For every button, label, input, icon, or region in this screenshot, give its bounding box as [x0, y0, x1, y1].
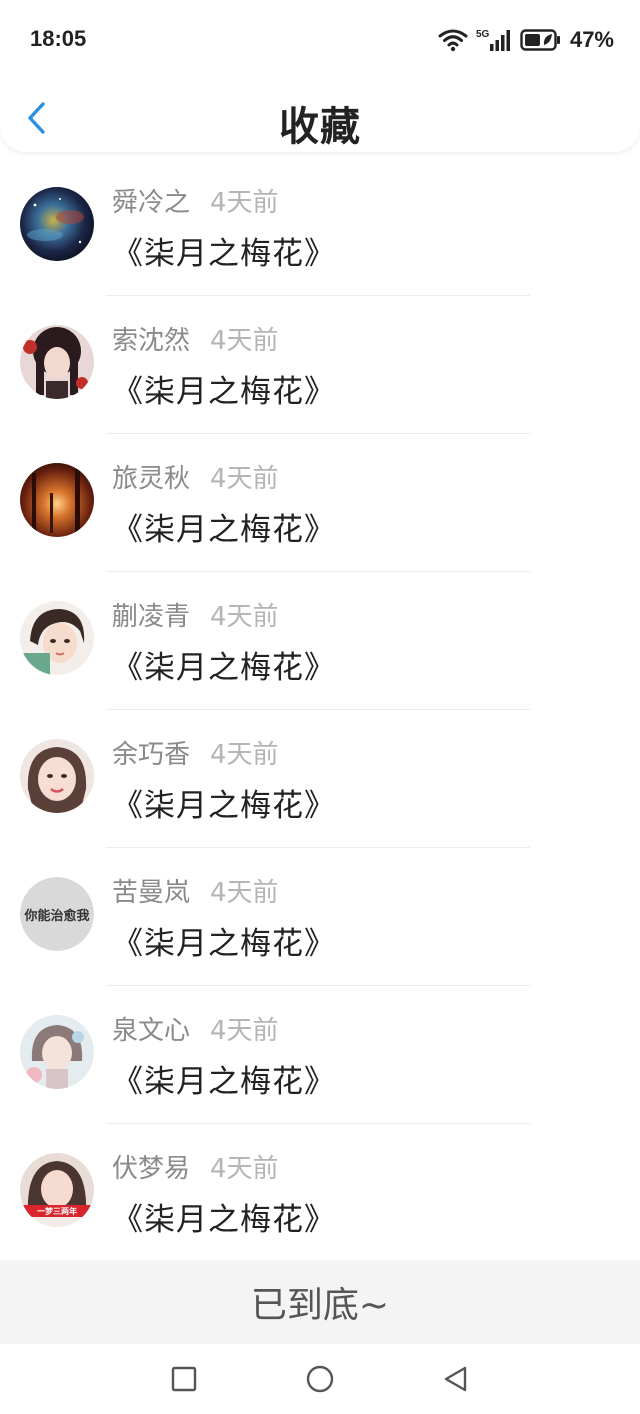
- book-title[interactable]: 《柒月之梅花》: [112, 504, 336, 549]
- item-meta: 伏梦易 4天前: [112, 1148, 279, 1185]
- item-meta: 索沈然 4天前: [112, 320, 279, 357]
- favorites-list: 舜冷之 4天前 《柒月之梅花》 索沈然 4天前 《柒月之梅花》 旅灵秋 4天前 …: [0, 158, 640, 1262]
- item-meta: 苦曼岚 4天前: [112, 872, 279, 909]
- wifi-icon: [438, 29, 468, 52]
- system-back-button[interactable]: [441, 1364, 471, 1394]
- battery-icon: [520, 29, 560, 51]
- avatar[interactable]: [20, 325, 94, 399]
- item-meta: 泉文心 4天前: [112, 1010, 279, 1047]
- list-item[interactable]: 你能治愈我 苦曼岚 4天前 《柒月之梅花》: [0, 848, 640, 986]
- username[interactable]: 伏梦易: [112, 1148, 190, 1185]
- timestamp: 4天前: [210, 188, 279, 218]
- list-item[interactable]: 舜冷之 4天前 《柒月之梅花》: [0, 158, 640, 296]
- pastel-girl-avatar-image: [20, 1015, 94, 1089]
- status-icons: 5G 47%: [438, 24, 614, 56]
- header: 18:05 5G 47% 收藏: [0, 0, 640, 152]
- item-meta: 舜冷之 4天前: [112, 182, 279, 219]
- timestamp: 4天前: [210, 740, 279, 770]
- book-title[interactable]: 《柒月之梅花》: [112, 1194, 336, 1239]
- username[interactable]: 舜冷之: [112, 182, 190, 219]
- avatar[interactable]: [20, 1015, 94, 1089]
- item-meta: 蒯凌青 4天前: [112, 596, 279, 633]
- timestamp: 4天前: [210, 464, 279, 494]
- timestamp: 4天前: [210, 878, 279, 908]
- home-button[interactable]: [305, 1364, 335, 1394]
- illustrated-girl-avatar-image: [20, 601, 94, 675]
- autumn-forest-avatar-image: [20, 463, 94, 537]
- triangle-back-icon: [444, 1366, 467, 1392]
- list-item[interactable]: 余巧香 4天前 《柒月之梅花》: [0, 710, 640, 848]
- list-item[interactable]: 蒯凌青 4天前 《柒月之梅花》: [0, 572, 640, 710]
- list-item[interactable]: 一梦三两年 伏梦易 4天前 《柒月之梅花》: [0, 1124, 640, 1262]
- avatar[interactable]: [20, 187, 94, 261]
- avatar-banner-text: 一梦三两年: [37, 1206, 77, 1216]
- avatar[interactable]: 一梦三两年: [20, 1153, 94, 1227]
- timestamp: 4天前: [210, 602, 279, 632]
- text-avatar-label: 你能治愈我: [20, 877, 94, 951]
- avatar[interactable]: [20, 739, 94, 813]
- list-item[interactable]: 索沈然 4天前 《柒月之梅花》: [0, 296, 640, 434]
- book-title[interactable]: 《柒月之梅花》: [112, 228, 336, 273]
- network-type-label: 5G: [476, 29, 490, 40]
- item-meta: 旅灵秋 4天前: [112, 458, 279, 495]
- system-nav-bar: [0, 1344, 640, 1414]
- list-item[interactable]: 泉文心 4天前 《柒月之梅花》: [0, 986, 640, 1124]
- book-title[interactable]: 《柒月之梅花》: [112, 1056, 336, 1101]
- list-item[interactable]: 旅灵秋 4天前 《柒月之梅花》: [0, 434, 640, 572]
- username[interactable]: 泉文心: [112, 1010, 190, 1047]
- timestamp: 4天前: [210, 1016, 279, 1046]
- book-title[interactable]: 《柒月之梅花》: [112, 366, 336, 411]
- favorites-screen: 18:05 5G 47% 收藏 舜冷之 4天前 《柒月之梅花》 索沈然 4天前 …: [0, 0, 640, 1414]
- username[interactable]: 索沈然: [112, 320, 190, 357]
- username[interactable]: 蒯凌青: [112, 596, 190, 633]
- avatar[interactable]: [20, 463, 94, 537]
- username[interactable]: 苦曼岚: [112, 872, 190, 909]
- cellular-signal-icon: 5G: [476, 29, 510, 51]
- end-of-list-footer: 已到底~: [0, 1260, 640, 1344]
- timestamp: 4天前: [210, 1154, 279, 1184]
- recent-apps-button[interactable]: [169, 1364, 199, 1394]
- avatar[interactable]: [20, 601, 94, 675]
- circle-icon: [306, 1365, 334, 1393]
- book-title[interactable]: 《柒月之梅花》: [112, 642, 336, 687]
- galaxy-avatar-image: [20, 187, 94, 261]
- page-title: 收藏: [279, 104, 361, 150]
- avatar[interactable]: 你能治愈我: [20, 877, 94, 951]
- battery-percent: 47%: [569, 27, 614, 52]
- square-icon: [171, 1366, 197, 1392]
- timestamp: 4天前: [210, 326, 279, 356]
- girl-banner-avatar-image: 一梦三两年: [20, 1153, 94, 1227]
- book-title[interactable]: 《柒月之梅花》: [112, 780, 336, 825]
- status-time: 18:05: [30, 26, 87, 51]
- username[interactable]: 余巧香: [112, 734, 190, 771]
- anime-girl-avatar-image: [20, 325, 94, 399]
- book-title[interactable]: 《柒月之梅花》: [112, 918, 336, 963]
- girl-photo-avatar-image: [20, 739, 94, 813]
- username[interactable]: 旅灵秋: [112, 458, 190, 495]
- item-meta: 余巧香 4天前: [112, 734, 279, 771]
